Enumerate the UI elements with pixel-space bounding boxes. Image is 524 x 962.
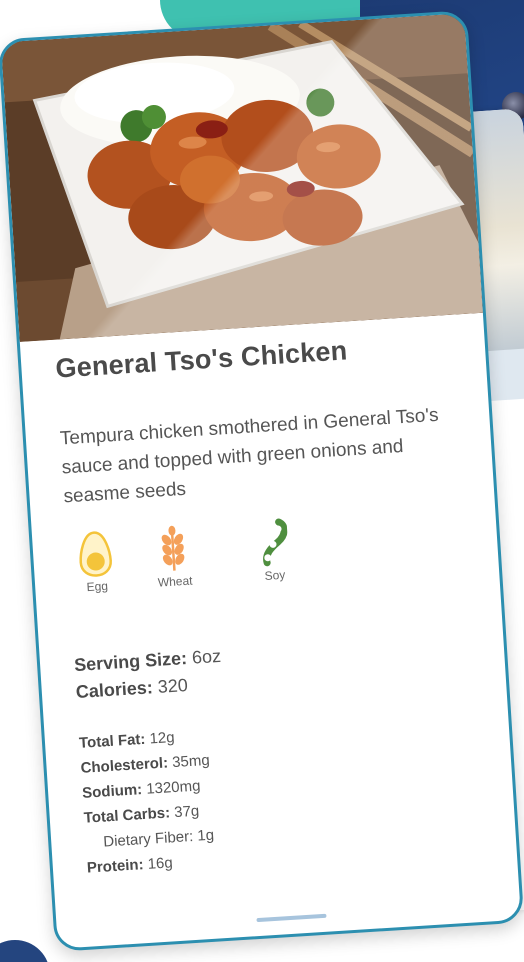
allergen-wheat: Wheat bbox=[121, 518, 225, 592]
dish-details: General Tso's Chicken Tempura chicken sm… bbox=[20, 313, 517, 883]
allergen-label: Egg bbox=[86, 578, 109, 595]
dish-title: General Tso's Chicken bbox=[54, 335, 349, 384]
home-indicator[interactable] bbox=[256, 913, 327, 923]
allergen-label: Wheat bbox=[157, 573, 193, 590]
dietary-fiber-value: 1g bbox=[192, 826, 215, 845]
soy-icon bbox=[256, 513, 289, 567]
allergen-soy: Soy bbox=[221, 511, 325, 585]
sodium-label: Sodium: bbox=[81, 781, 143, 802]
total-carbs-value: 37g bbox=[169, 802, 200, 822]
total-carbs-label: Total Carbs: bbox=[83, 804, 171, 827]
corner-circle-decoration bbox=[0, 940, 50, 962]
egg-icon bbox=[77, 525, 114, 579]
dish-photo bbox=[0, 13, 483, 342]
total-fat-value: 12g bbox=[144, 728, 176, 748]
allergen-list: Egg Wheat Soy bbox=[66, 503, 465, 596]
dish-card[interactable]: General Tso's Chicken Tempura chicken sm… bbox=[0, 10, 524, 952]
nutrition-facts: Total Fat: 12g Cholesterol: 35mg Sodium:… bbox=[78, 706, 483, 881]
allergen-label: Soy bbox=[264, 567, 286, 583]
calories-label: Calories: bbox=[75, 677, 154, 703]
cholesterol-value: 35mg bbox=[167, 751, 211, 772]
protein-value: 16g bbox=[142, 854, 174, 874]
serving-size-label: Serving Size: bbox=[73, 648, 188, 676]
calories-value: 320 bbox=[152, 675, 189, 698]
dietary-fiber-label: Dietary Fiber: bbox=[102, 827, 194, 851]
wheat-icon bbox=[156, 520, 189, 574]
allergen-egg: Egg bbox=[66, 524, 126, 595]
total-fat-label: Total Fat: bbox=[78, 730, 146, 752]
app-stage: General Tso's Chicken Tempura chicken sm… bbox=[0, 0, 524, 962]
dish-photo-illustration bbox=[0, 13, 483, 342]
serving-size-value: 6oz bbox=[186, 645, 222, 668]
cholesterol-label: Cholesterol: bbox=[80, 754, 169, 777]
sodium-value: 1320mg bbox=[141, 777, 201, 799]
dish-description: Tempura chicken smothered in General Tso… bbox=[59, 404, 440, 508]
protein-label: Protein: bbox=[86, 856, 145, 877]
